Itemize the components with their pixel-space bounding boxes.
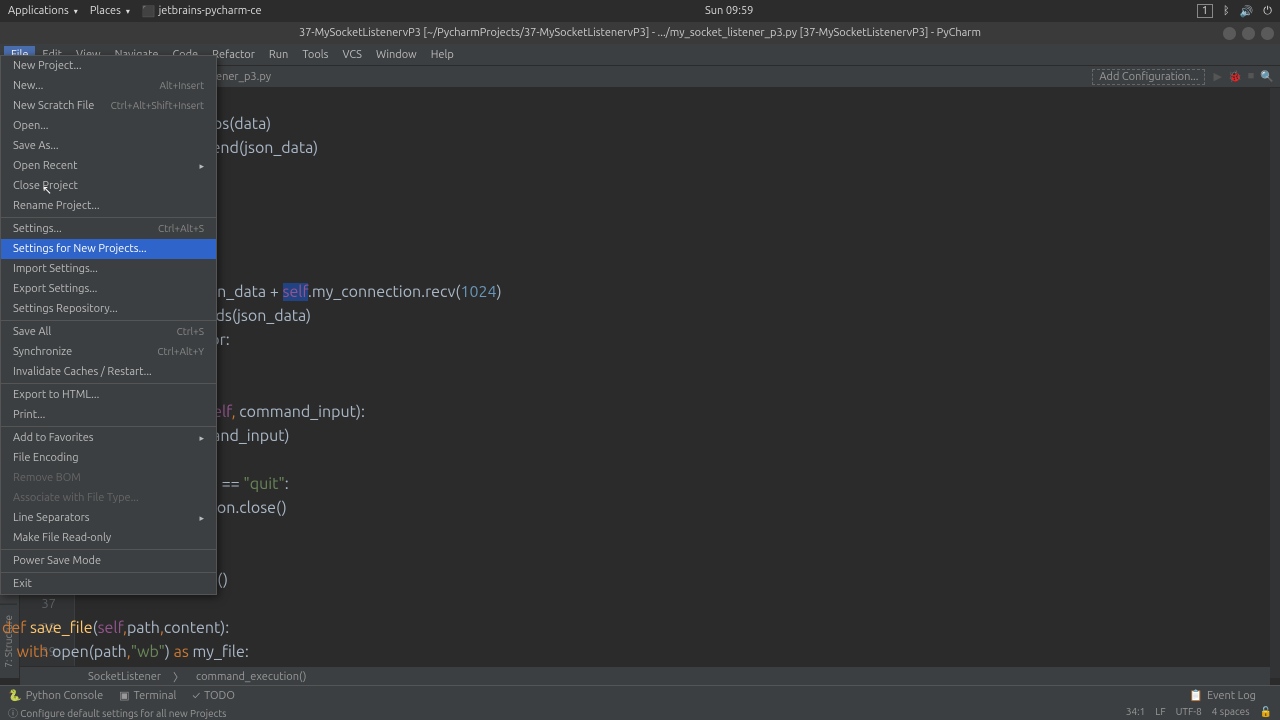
menu-save-as[interactable]: Save As...	[1, 136, 216, 156]
system-bar: Applications Places ⬛ jetbrains-pycharm-…	[0, 0, 1280, 22]
close-button[interactable]	[1261, 27, 1274, 40]
lock-icon[interactable]: 🔓	[1260, 706, 1272, 718]
app-indicator[interactable]: ⬛ jetbrains-pycharm-ce	[142, 5, 262, 18]
breadcrumb-class[interactable]: SocketListener	[88, 671, 161, 683]
tool-event-log[interactable]: 📋 Event Log	[1189, 689, 1256, 702]
status-encoding[interactable]: UTF-8	[1176, 706, 1202, 718]
places-menu[interactable]: Places	[90, 5, 130, 18]
menu-settings-new-projects[interactable]: Settings for New Projects...	[1, 239, 216, 259]
menu-help[interactable]: Help	[424, 46, 461, 64]
clock[interactable]: Sun 09:59	[262, 5, 1197, 17]
menu-synchronize[interactable]: SynchronizeCtrl+Alt+Y	[1, 342, 216, 362]
menu-remove-bom: Remove BOM	[1, 468, 216, 488]
menu-add-favorites[interactable]: Add to Favorites	[1, 428, 216, 448]
breadcrumb: SocketListener 〉 command_execution()	[20, 666, 1270, 686]
menu-export-settings[interactable]: Export Settings...	[1, 279, 216, 299]
pycharm-icon: ⬛	[142, 5, 156, 18]
menu-window[interactable]: Window	[369, 46, 424, 64]
status-indent[interactable]: 4 spaces	[1212, 706, 1250, 718]
menu-settings[interactable]: Settings...Ctrl+Alt+S	[1, 219, 216, 239]
volume-icon[interactable]: 🔊	[1240, 5, 1254, 18]
bottom-tool-bar: 🐍 Python Console ▣ Terminal ✓ TODO 📋 Eve…	[0, 685, 1280, 705]
stop-icon[interactable]: ■	[1248, 70, 1255, 83]
menu-separator	[1, 549, 216, 550]
menu-make-readonly[interactable]: Make File Read-only	[1, 528, 216, 548]
window-title: 37-MySocketListenervP3 [~/PycharmProject…	[0, 27, 1280, 39]
network-icon[interactable]: ⏻	[1263, 5, 1272, 18]
tool-python-console[interactable]: 🐍 Python Console	[8, 689, 103, 702]
editor-tab[interactable]: ener_p3.py	[216, 71, 271, 83]
menu-new-scratch[interactable]: New Scratch FileCtrl+Alt+Shift+Insert	[1, 96, 216, 116]
menu-settings-repository[interactable]: Settings Repository...	[1, 299, 216, 319]
tool-todo[interactable]: ✓ TODO	[192, 690, 235, 702]
menu-separator	[1, 572, 216, 573]
menu-separator	[1, 426, 216, 427]
bluetooth-icon[interactable]: ᛒ	[1223, 5, 1230, 17]
menu-separator	[1, 383, 216, 384]
chevron-right-icon	[199, 431, 204, 445]
code-content[interactable]: n_data = json.dumps(data) f.my_connectio…	[82, 88, 1270, 712]
status-position[interactable]: 34:1	[1126, 706, 1145, 718]
chevron-right-icon	[199, 511, 204, 525]
minimize-button[interactable]	[1223, 27, 1236, 40]
status-hint: ⓘ Configure default settings for all new…	[8, 705, 227, 720]
menu-close-project[interactable]: Close Project	[1, 176, 216, 196]
menu-open-recent[interactable]: Open Recent	[1, 156, 216, 176]
menu-open[interactable]: Open...	[1, 116, 216, 136]
chevron-right-icon	[199, 159, 204, 173]
run-icon[interactable]: ▶	[1213, 70, 1221, 83]
menu-import-settings[interactable]: Import Settings...	[1, 259, 216, 279]
menu-line-separators[interactable]: Line Separators	[1, 508, 216, 528]
breadcrumb-method[interactable]: command_execution()	[196, 671, 306, 683]
add-configuration-button[interactable]: Add Configuration...	[1092, 69, 1205, 85]
tool-terminal[interactable]: ▣ Terminal	[119, 689, 176, 702]
menu-new[interactable]: New...Alt+Insert	[1, 76, 216, 96]
menu-separator	[1, 320, 216, 321]
menu-file-encoding[interactable]: File Encoding	[1, 448, 216, 468]
menu-save-all[interactable]: Save AllCtrl+S	[1, 322, 216, 342]
menu-vcs[interactable]: VCS	[335, 46, 369, 64]
status-bar: ⓘ Configure default settings for all new…	[0, 704, 1280, 720]
status-line-sep[interactable]: LF	[1155, 706, 1165, 718]
right-marker-stripe	[1270, 88, 1280, 678]
menu-rename-project[interactable]: Rename Project...	[1, 196, 216, 216]
debug-icon[interactable]: 🐞	[1228, 70, 1242, 83]
menu-export-html[interactable]: Export to HTML...	[1, 385, 216, 405]
applications-menu[interactable]: Applications	[8, 5, 78, 18]
title-bar: 37-MySocketListenervP3 [~/PycharmProject…	[0, 22, 1280, 44]
menu-exit[interactable]: Exit	[1, 574, 216, 594]
maximize-button[interactable]	[1242, 27, 1255, 40]
menu-run[interactable]: Run	[262, 46, 295, 64]
menu-print[interactable]: Print...	[1, 405, 216, 425]
menu-invalidate-caches[interactable]: Invalidate Caches / Restart...	[1, 362, 216, 382]
menu-new-project[interactable]: New Project...	[1, 56, 216, 76]
file-menu-dropdown: New Project... New...Alt+Insert New Scra…	[0, 55, 217, 595]
search-icon[interactable]: 🔍	[1260, 70, 1274, 83]
menu-separator	[1, 217, 216, 218]
workspace-indicator[interactable]: 1	[1197, 4, 1213, 18]
menu-power-save[interactable]: Power Save Mode	[1, 551, 216, 571]
menu-tools[interactable]: Tools	[295, 46, 335, 64]
menu-associate-filetype: Associate with File Type...	[1, 488, 216, 508]
